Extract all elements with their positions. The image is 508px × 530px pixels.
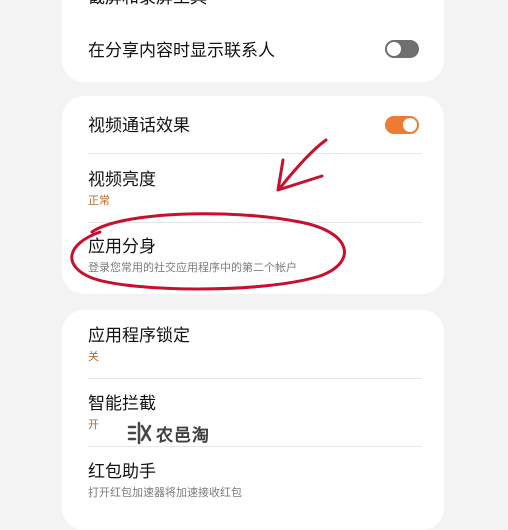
- setting-title: 在分享内容时显示联系人: [88, 41, 275, 61]
- setting-title: 应用分身: [88, 237, 156, 257]
- video-call-effects-toggle[interactable]: [385, 116, 419, 134]
- settings-card-sharing: 截屏和录屏工具 在分享内容时显示联系人: [62, 0, 444, 82]
- watermark-logo-icon: [127, 421, 152, 445]
- setting-description: 登录您常用的社交应用程序中的第二个帐户: [88, 261, 297, 274]
- divider: [88, 446, 422, 447]
- setting-title: 截屏和录屏工具: [88, 0, 422, 8]
- toggle-knob: [387, 42, 401, 56]
- setting-title: 应用程序锁定: [88, 326, 190, 346]
- watermark: 农邑淘: [126, 420, 210, 446]
- setting-row-dual-messenger[interactable]: 应用分身 登录您常用的社交应用程序中的第二个帐户: [88, 237, 422, 275]
- setting-description: 打开红包加速器将加速接收红包: [88, 486, 242, 499]
- toggle-knob: [403, 118, 417, 132]
- divider: [88, 222, 422, 223]
- setting-value: 正常: [88, 194, 110, 207]
- setting-row-red-packet-assistant[interactable]: 红包助手 打开红包加速器将加速接收红包: [88, 462, 422, 500]
- setting-title: 红包助手: [88, 462, 156, 482]
- setting-row-app-lock[interactable]: 应用程序锁定 关: [88, 326, 422, 364]
- divider: [88, 153, 422, 154]
- setting-value: 关: [88, 350, 99, 363]
- setting-row-video-call-effects[interactable]: 视频通话效果: [88, 116, 422, 136]
- settings-card-video: 视频通话效果 视频亮度 正常 应用分身 登录您常用的社交应用程序中的第二个帐户: [62, 96, 444, 294]
- setting-title: 视频亮度: [88, 170, 156, 190]
- setting-row-screenshot-tools[interactable]: 截屏和录屏工具: [88, 0, 422, 8]
- settings-card-security: 应用程序锁定 关 智能拦截 开 红包助手 打开红包加速器将加速接收红包: [62, 310, 444, 530]
- setting-title: 智能拦截: [88, 394, 156, 414]
- setting-title: 视频通话效果: [88, 116, 190, 136]
- watermark-text: 农邑淘: [156, 425, 210, 446]
- setting-row-show-contacts[interactable]: 在分享内容时显示联系人: [88, 41, 422, 61]
- show-contacts-toggle[interactable]: [385, 40, 419, 58]
- setting-row-video-brightness[interactable]: 视频亮度 正常: [88, 170, 422, 208]
- divider: [88, 378, 422, 379]
